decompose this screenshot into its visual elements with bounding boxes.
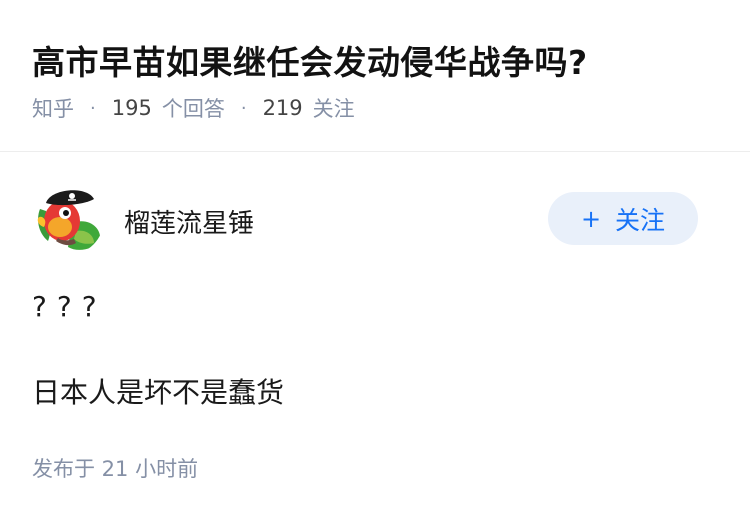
- answer-count-label: 个回答: [161, 97, 225, 121]
- plus-icon: +: [580, 204, 602, 233]
- follow-button[interactable]: + 关注: [548, 192, 698, 245]
- follow-button-label: 关注: [615, 205, 666, 235]
- publish-time: 发布于 21 小时前: [32, 457, 199, 481]
- author-name[interactable]: 榴莲流星锤: [124, 203, 254, 240]
- pirate-parrot-avatar-icon[interactable]: [32, 183, 104, 255]
- separator-dot: ·: [240, 97, 247, 119]
- source-label[interactable]: 知乎: [32, 93, 74, 123]
- answer-count: 195: [111, 96, 152, 120]
- answer-author: 榴莲流星锤 + 关注: [32, 183, 722, 255]
- separator-dot: ·: [90, 97, 96, 119]
- question-title[interactable]: 高市早苗如果继任会发动侵华战争吗?: [32, 36, 588, 84]
- question-header: 高市早苗如果继任会发动侵华战争吗? 知乎 · 195 个回答 · 219 关注: [0, 0, 750, 152]
- question-meta: 知乎 · 195 个回答 · 219 关注: [32, 93, 355, 123]
- answer-paragraph: ???: [32, 290, 107, 323]
- answer-body: ??? 日本人是坏不是蠢货: [32, 290, 284, 411]
- answer-paragraph: 日本人是坏不是蠢货: [32, 376, 285, 409]
- follow-count-label: 关注: [312, 97, 355, 121]
- follow-count: 219: [262, 96, 303, 120]
